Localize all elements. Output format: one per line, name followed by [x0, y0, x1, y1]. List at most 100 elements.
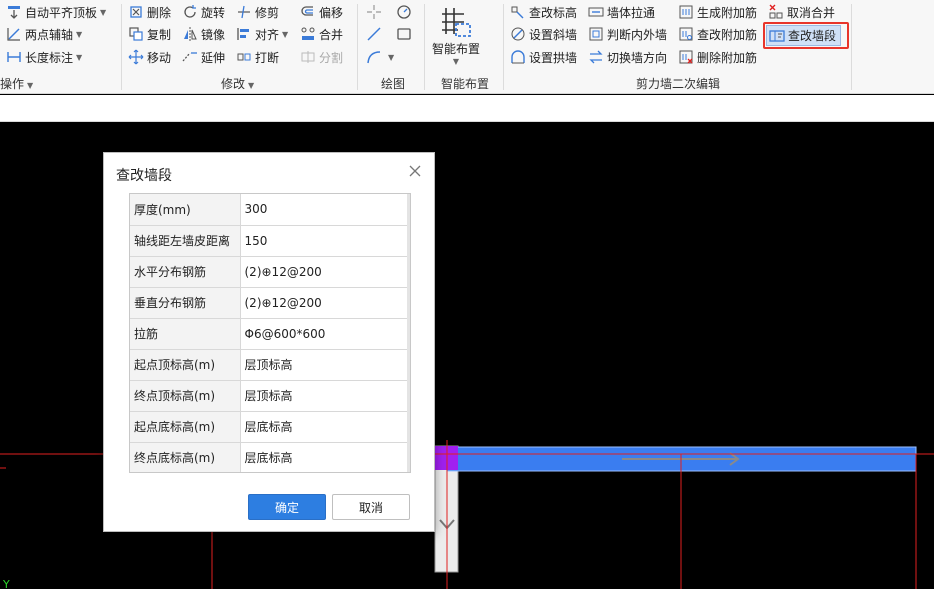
property-value-start-bottom-elevation[interactable]: 层底标高 — [239, 410, 410, 443]
property-value-tie-bar[interactable]: Φ6@600*600 — [239, 317, 410, 350]
mirror-icon — [182, 26, 198, 42]
property-key: 起点底标高(m) — [130, 410, 241, 443]
draw-line-button[interactable] — [366, 24, 385, 44]
group-label-draw: 绘图 — [381, 77, 406, 91]
property-row: 拉筋 Φ6@600*600 — [130, 317, 410, 350]
group-label-smart: 智能布置 — [441, 77, 490, 91]
property-value-end-top-elevation[interactable]: 层顶标高 — [239, 379, 410, 412]
judge-inner-outer-wall-button[interactable]: 判断内外墙 — [588, 24, 667, 44]
property-value-start-top-elevation[interactable]: 层顶标高 — [239, 348, 410, 381]
property-grid: 厚度(mm) 300 轴线距左墙皮距离 150 水平分布钢筋 (2)⊕12@200 垂… — [129, 193, 411, 473]
group-separator — [121, 4, 122, 90]
group-separator — [357, 4, 358, 90]
property-grid-scrollbar[interactable] — [407, 194, 410, 472]
dialog-title: 查改墙段 — [116, 168, 172, 184]
offset-button[interactable]: 偏移 — [300, 2, 343, 22]
dropdown-caret-icon: ▼ — [100, 7, 107, 17]
property-row: 轴线距左墙皮距离 150 — [130, 224, 410, 257]
length-dimension-button[interactable]: 长度标注 ▼ — [6, 47, 82, 67]
arc-icon — [366, 49, 382, 65]
cancel-merge-button[interactable]: 取消合并 — [768, 2, 835, 22]
smart-layout-button[interactable]: 智能布置 ▼ — [428, 2, 484, 72]
smart-layout-icon — [442, 8, 471, 37]
delete-button[interactable]: 删除 — [128, 2, 171, 22]
property-key: 终点底标高(m) — [130, 441, 241, 472]
crosshair-point-icon — [366, 4, 382, 20]
ribbon-toolbar: 自动平齐顶板 ▼ 两点辅轴 ▼ 长度标注 ▼ 操作 ▼ 删除 复制 移动 旋转 镜像 — [0, 0, 934, 94]
dialog-close-button[interactable] — [406, 162, 424, 180]
dropdown-caret-icon: ▼ — [388, 52, 395, 62]
rotate-icon — [182, 4, 198, 20]
property-value-horizontal-rebar[interactable]: (2)⊕12@200 — [239, 255, 410, 288]
property-row: 起点顶标高(m) 层顶标高 — [130, 348, 410, 381]
property-key: 厚度(mm) — [130, 194, 241, 226]
merge-button[interactable]: 合并 — [300, 24, 343, 44]
group-separator — [503, 4, 504, 90]
cancel-merge-icon — [768, 4, 784, 20]
slope-wall-icon — [510, 26, 526, 42]
dropdown-caret-icon: ▼ — [282, 29, 289, 39]
property-row: 厚度(mm) 300 — [130, 194, 410, 226]
switch-wall-direction-button[interactable]: 切换墙方向 — [588, 47, 667, 67]
arch-wall-icon — [510, 49, 526, 65]
length-dimension-icon — [6, 49, 22, 65]
delete-icon — [128, 4, 144, 20]
axis-y-label: Y — [2, 578, 10, 589]
group-separator — [424, 4, 425, 90]
rebar-edit-icon — [678, 26, 694, 42]
rotate-button[interactable]: 旋转 — [182, 2, 225, 22]
inner-outer-wall-icon — [588, 26, 604, 42]
draw-rectangle-button[interactable] — [396, 24, 415, 44]
group-separator — [851, 4, 852, 90]
draw-circle-button[interactable] — [396, 2, 415, 22]
group-label-modify: 修改 ▼ — [221, 77, 255, 91]
rebar-generate-icon — [678, 4, 694, 20]
dropdown-caret-icon: ▼ — [452, 57, 460, 66]
align-button[interactable]: 对齐 ▼ — [236, 24, 288, 44]
cancel-button[interactable]: 取消 — [332, 494, 410, 520]
property-value-vertical-rebar[interactable]: (2)⊕12@200 — [239, 286, 410, 319]
property-value-end-bottom-elevation[interactable]: 层底标高 — [239, 441, 410, 472]
group-label-operations: 操作 ▼ — [0, 77, 34, 91]
set-arch-wall-button[interactable]: 设置拱墙 — [510, 47, 577, 67]
dropdown-caret-icon: ▼ — [76, 29, 83, 39]
rectangle-icon — [396, 26, 412, 42]
wall-pull-through-button[interactable]: 墙体拉通 — [588, 2, 655, 22]
property-key: 终点顶标高(m) — [130, 379, 241, 412]
check-elevation-button[interactable]: 查改标高 — [510, 2, 577, 22]
delete-additional-rebar-button[interactable]: 删除附加筋 — [678, 47, 757, 67]
edit-additional-rebar-button[interactable]: 查改附加筋 — [678, 24, 757, 44]
extend-icon — [182, 49, 198, 65]
property-value-thickness[interactable]: 300 — [239, 194, 410, 226]
generate-additional-rebar-button[interactable]: 生成附加筋 — [678, 2, 757, 22]
two-point-axis-button[interactable]: 两点辅轴 ▼ — [6, 24, 82, 44]
trim-icon — [236, 4, 252, 20]
set-slope-wall-button[interactable]: 设置斜墙 — [510, 24, 577, 44]
move-button[interactable]: 移动 — [128, 47, 171, 67]
mirror-button[interactable]: 镜像 — [182, 24, 225, 44]
property-key: 垂直分布钢筋 — [130, 286, 241, 319]
draw-arc-button[interactable]: ▼ — [366, 47, 394, 67]
switch-direction-icon — [588, 49, 604, 65]
auto-align-top-icon — [6, 4, 22, 20]
merge-icon — [300, 26, 316, 42]
copy-icon — [128, 26, 144, 42]
auto-align-top-button[interactable]: 自动平齐顶板 ▼ — [6, 2, 106, 22]
split-icon — [300, 49, 316, 65]
split-button[interactable]: 分割 — [300, 47, 343, 67]
break-button[interactable]: 打断 — [236, 47, 279, 67]
circle-icon — [396, 4, 412, 20]
tab-strip — [0, 95, 934, 122]
close-icon — [409, 165, 421, 177]
offset-icon — [300, 4, 316, 20]
property-key: 水平分布钢筋 — [130, 255, 241, 288]
property-key: 轴线距左墙皮距离 — [130, 224, 241, 257]
draw-point-button[interactable] — [366, 2, 385, 22]
extend-button[interactable]: 延伸 — [182, 47, 225, 67]
ok-button[interactable]: 确定 — [248, 494, 326, 520]
copy-button[interactable]: 复制 — [128, 24, 171, 44]
two-point-axis-icon — [6, 26, 22, 42]
property-value-axis-offset[interactable]: 150 — [239, 224, 410, 257]
trim-button[interactable]: 修剪 — [236, 2, 279, 22]
elevation-icon — [510, 4, 526, 20]
